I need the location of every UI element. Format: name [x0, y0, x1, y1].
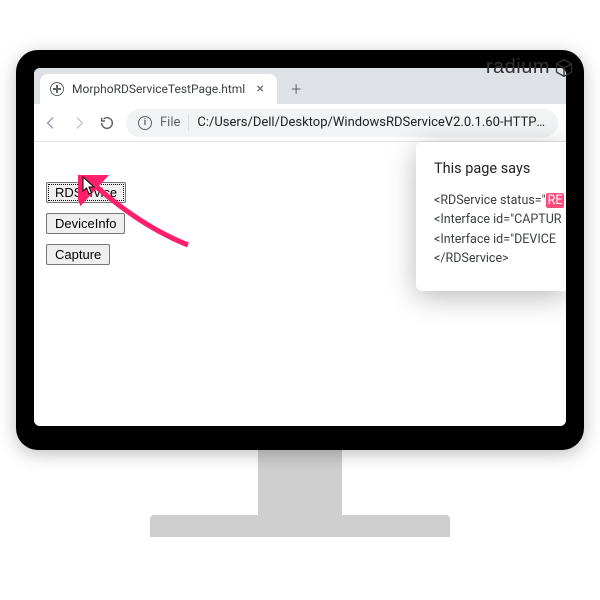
- forward-icon[interactable]: [70, 114, 88, 132]
- close-tab-icon[interactable]: ×: [253, 82, 267, 96]
- alert-line-1: <RDService status="RE: [434, 191, 552, 210]
- url-scheme-label: File: [160, 115, 180, 130]
- info-icon: i: [138, 116, 152, 130]
- reload-icon[interactable]: [98, 114, 116, 132]
- alert-line-4: </RDService>: [434, 249, 552, 268]
- brand-watermark: radium: [486, 56, 574, 79]
- alert-body: <RDService status="RE <Interface id="CAP…: [434, 191, 552, 269]
- alert-line-2: <Interface id="CAPTUR: [434, 210, 552, 229]
- alert-line-3: <Interface id="DEVICE: [434, 230, 552, 249]
- back-icon[interactable]: [42, 114, 60, 132]
- tab-title: MorphoRDServiceTestPage.html: [72, 82, 245, 96]
- rdservice-button[interactable]: RDService: [46, 182, 126, 203]
- capture-button[interactable]: Capture: [46, 244, 110, 265]
- browser-toolbar: i File C:/Users/Dell/Desktop/WindowsRDSe…: [34, 104, 566, 142]
- new-tab-button[interactable]: +: [283, 76, 309, 102]
- monitor-bezel: MorphoRDServiceTestPage.html × + i File …: [16, 50, 584, 450]
- globe-icon: [50, 82, 64, 96]
- monitor-stand-base: [150, 515, 450, 537]
- brand-name: radium: [486, 56, 550, 79]
- browser-window: MorphoRDServiceTestPage.html × + i File …: [34, 68, 566, 426]
- cube-icon: [554, 58, 574, 78]
- alert-title: This page says: [434, 160, 552, 177]
- url-text: C:/Users/Dell/Desktop/WindowsRDServiceV2…: [197, 115, 546, 130]
- deviceinfo-button[interactable]: DeviceInfo: [46, 213, 125, 234]
- alert-highlight: RE: [546, 193, 565, 208]
- omnibox-divider: [188, 115, 189, 131]
- address-bar[interactable]: i File C:/Users/Dell/Desktop/WindowsRDSe…: [126, 109, 558, 137]
- browser-tab-active[interactable]: MorphoRDServiceTestPage.html ×: [40, 74, 277, 104]
- javascript-alert-dialog: This page says <RDService status="RE <In…: [416, 142, 566, 291]
- monitor-stand-neck: [258, 448, 342, 518]
- alert-line-1-text: <RDService status=": [434, 193, 546, 208]
